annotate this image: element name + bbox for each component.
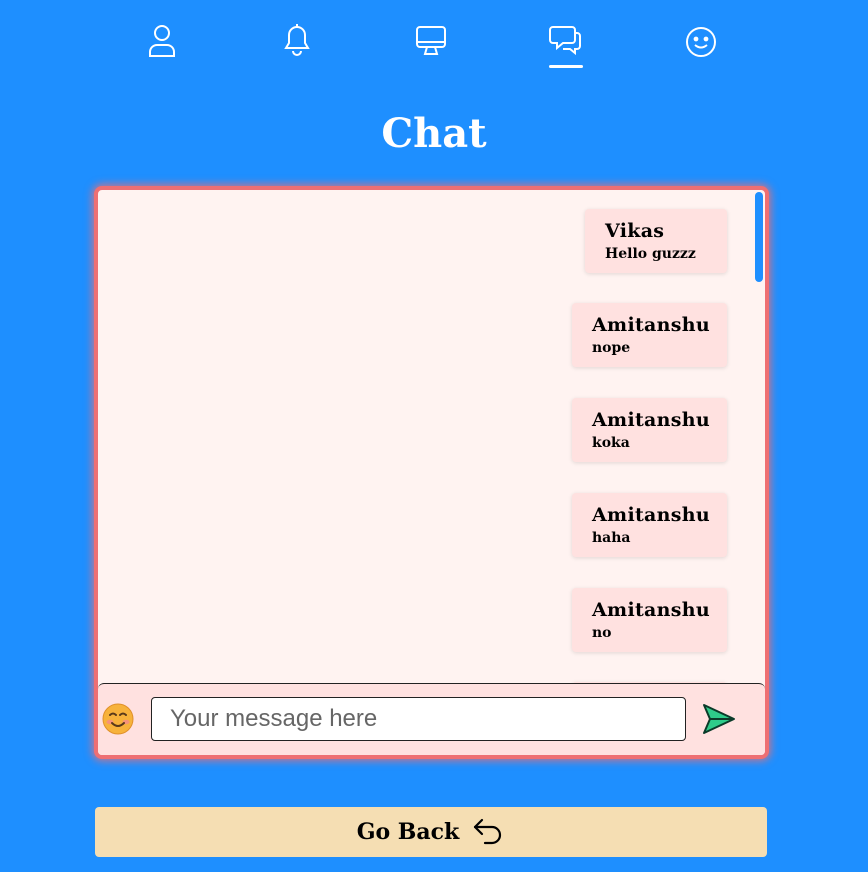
nav-smiley[interactable] (681, 22, 721, 68)
nav-chat[interactable] (546, 22, 586, 68)
go-back-label: Go Back (356, 819, 460, 845)
message-bubble: Amitanshu koka (572, 398, 727, 462)
monitor-icon (416, 26, 446, 55)
undo-arrow-icon (474, 818, 502, 845)
message-author: Amitanshu (592, 599, 710, 621)
message-composer (98, 683, 765, 755)
send-arrow-icon (703, 704, 735, 734)
message-list[interactable]: Vikas Hello guzzz Amitanshu nope Amitans… (98, 190, 765, 684)
message-input[interactable] (151, 697, 686, 741)
message-text: nope (592, 340, 631, 356)
nav-notifications[interactable] (277, 22, 317, 68)
message-author: Amitanshu (592, 409, 710, 431)
message-bubble: Amitanshu no (572, 588, 727, 652)
message-text: Hello guzzz (605, 246, 696, 262)
message-author: Amitanshu (592, 314, 710, 336)
message-text: koka (592, 435, 630, 451)
nav-desktop[interactable] (411, 22, 451, 68)
message-author: Vikas (605, 220, 665, 242)
page-title: Chat (381, 110, 487, 157)
chat-icon (549, 26, 581, 56)
go-back-button[interactable]: Go Back (95, 807, 767, 857)
nav-profile[interactable] (142, 22, 182, 68)
emoji-picker-button[interactable] (101, 702, 135, 736)
message-bubble: Vikas Hello guzzz (585, 209, 727, 273)
smiling-face-emoji-icon (102, 703, 134, 735)
message-text: haha (592, 530, 631, 546)
top-navigation (0, 22, 868, 72)
smiley-icon (686, 27, 716, 57)
send-button[interactable] (701, 702, 737, 736)
message-text: no (592, 625, 612, 641)
message-bubble: Amitanshu haha (572, 493, 727, 557)
chat-panel: Vikas Hello guzzz Amitanshu nope Amitans… (94, 186, 769, 759)
bell-icon (284, 24, 310, 56)
user-icon (149, 25, 175, 57)
message-author: Amitanshu (592, 504, 710, 526)
message-scrollbar[interactable] (755, 192, 763, 282)
message-bubble: Amitanshu nope (572, 303, 727, 367)
